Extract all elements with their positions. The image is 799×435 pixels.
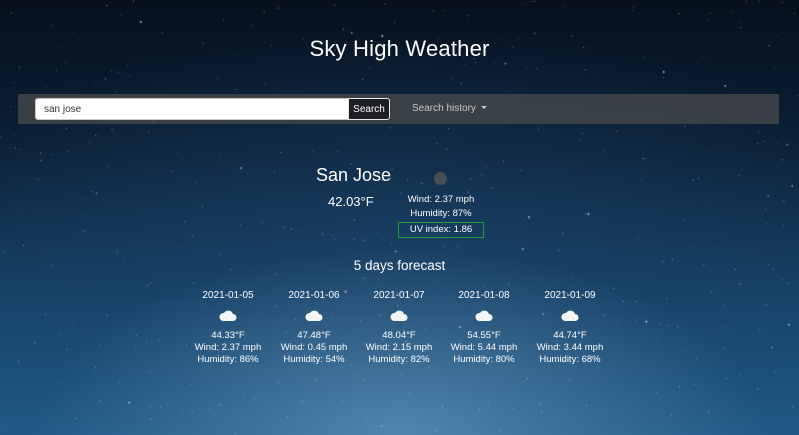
forecast-temp: 54.55°F (467, 330, 501, 341)
current-temperature: 42.03°F (328, 194, 374, 209)
forecast-date: 2021-01-09 (544, 290, 596, 301)
forecast-date: 2021-01-07 (373, 290, 425, 301)
search-history-label: Search history (412, 103, 476, 114)
search-input[interactable] (35, 98, 349, 120)
current-wind: Wind: 2.37 mph (407, 194, 475, 205)
forecast-day: 2021-01-06 47.48°F Wind: 0.45 mph Humidi… (269, 290, 359, 366)
forecast-humidity: Humidity: 54% (283, 354, 345, 365)
forecast-date: 2021-01-05 (202, 290, 254, 301)
forecast-humidity: Humidity: 82% (368, 354, 430, 365)
forecast-date: 2021-01-06 (288, 290, 340, 301)
app-title: Sky High Weather (309, 36, 490, 61)
forecast-day: 2021-01-08 54.55°F Wind: 5.44 mph Humidi… (439, 290, 529, 366)
forecast-temp: 48.04°F (382, 330, 416, 341)
cloud-icon (439, 308, 529, 328)
forecast-wind: Wind: 3.44 mph (536, 342, 604, 353)
uv-index-badge: UV index: 1.86 (398, 222, 484, 238)
search-history-dropdown[interactable]: Search history (412, 103, 487, 114)
forecast-wind: Wind: 0.45 mph (280, 342, 348, 353)
forecast-wind: Wind: 2.15 mph (365, 342, 433, 353)
current-weather-icon (434, 172, 447, 185)
current-humidity: Humidity: 87% (410, 208, 472, 219)
forecast-wind: Wind: 5.44 mph (450, 342, 518, 353)
forecast-temp: 44.33°F (211, 330, 245, 341)
forecast-date: 2021-01-08 (458, 290, 510, 301)
forecast-humidity: Humidity: 68% (539, 354, 601, 365)
forecast-humidity: Humidity: 80% (453, 354, 515, 365)
forecast-humidity: Humidity: 86% (197, 354, 259, 365)
forecast-day: 2021-01-07 48.04°F Wind: 2.15 mph Humidi… (354, 290, 444, 366)
cloud-icon (269, 308, 359, 328)
forecast-day: 2021-01-09 44.74°F Wind: 3.44 mph Humidi… (525, 290, 615, 366)
current-city: San Jose (316, 165, 392, 185)
caret-down-icon (480, 106, 487, 109)
forecast-temp: 44.74°F (553, 330, 587, 341)
forecast-day: 2021-01-05 44.33°F Wind: 2.37 mph Humidi… (183, 290, 273, 366)
forecast-wind: Wind: 2.37 mph (194, 342, 262, 353)
current-details: Wind: 2.37 mph Humidity: 87% UV index: 1… (398, 193, 484, 238)
search-navbar: Search Search history (18, 94, 779, 124)
cloud-icon (525, 308, 615, 328)
forecast-heading: 5 days forecast (353, 258, 446, 273)
cloud-icon (183, 308, 273, 328)
forecast-temp: 47.48°F (297, 330, 331, 341)
search-button[interactable]: Search (348, 98, 390, 120)
cloud-icon (354, 308, 444, 328)
forecast-row: 2021-01-05 44.33°F Wind: 2.37 mph Humidi… (0, 290, 799, 380)
